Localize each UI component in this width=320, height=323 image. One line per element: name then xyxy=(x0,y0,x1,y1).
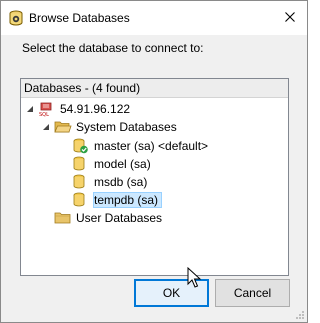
server-label: 54.91.96.122 xyxy=(60,102,131,116)
ok-button-label: OK xyxy=(162,286,181,300)
sql-server-icon: SQL xyxy=(39,102,52,117)
expanded-arrow-icon[interactable] xyxy=(25,104,35,114)
database-app-icon xyxy=(9,10,23,26)
database-cylinder-icon xyxy=(73,192,85,207)
database-label-model: model (sa) xyxy=(94,157,151,171)
svg-text:SQL: SQL xyxy=(39,112,49,117)
browse-databases-dialog: Browse Databases Select the database to … xyxy=(0,0,308,323)
folder-icon xyxy=(54,212,71,224)
database-cylinder-icon xyxy=(73,156,85,171)
user-databases-label: User Databases xyxy=(76,211,163,225)
database-label-tempdb: tempdb (sa) xyxy=(92,192,163,208)
mouse-pointer-icon xyxy=(187,267,202,288)
close-button[interactable] xyxy=(273,1,307,33)
dialog-body: Select the database to connect to: Datab… xyxy=(1,35,307,322)
tree-node-tempdb[interactable]: tempdb (sa) xyxy=(72,191,163,209)
tree-node-server[interactable]: SQL 54.91.96.122 xyxy=(25,100,130,118)
tree-header: Databases - (4 found) xyxy=(21,79,288,98)
prompt-text: Select the database to connect to: xyxy=(22,41,204,55)
tree-node-msdb[interactable]: msdb (sa) xyxy=(72,173,147,191)
database-tree[interactable]: Databases - (4 found) SQL 54.91.96.122 S… xyxy=(20,78,289,276)
title-bar[interactable]: Browse Databases xyxy=(1,1,307,35)
tree-node-model[interactable]: model (sa) xyxy=(72,155,151,173)
expanded-arrow-icon[interactable] xyxy=(41,122,51,132)
tree-node-master[interactable]: master (sa) <default> xyxy=(72,137,208,155)
tree-node-system-databases[interactable]: System Databases xyxy=(41,118,177,136)
database-cylinder-icon xyxy=(73,174,85,189)
cancel-button[interactable]: Cancel xyxy=(215,279,290,307)
system-databases-label: System Databases xyxy=(76,120,177,134)
tree-node-user-databases[interactable]: User Databases xyxy=(54,209,162,227)
database-label-master: master (sa) <default> xyxy=(94,139,209,153)
tree-header-label: Databases - (4 found) xyxy=(24,81,141,95)
cancel-button-label: Cancel xyxy=(233,286,272,300)
connected-database-icon xyxy=(73,138,88,154)
open-folder-icon xyxy=(54,121,72,133)
resize-grip-icon[interactable] xyxy=(295,310,305,320)
database-label-msdb: msdb (sa) xyxy=(94,175,148,189)
window-title: Browse Databases xyxy=(29,11,130,25)
close-icon xyxy=(285,12,295,22)
